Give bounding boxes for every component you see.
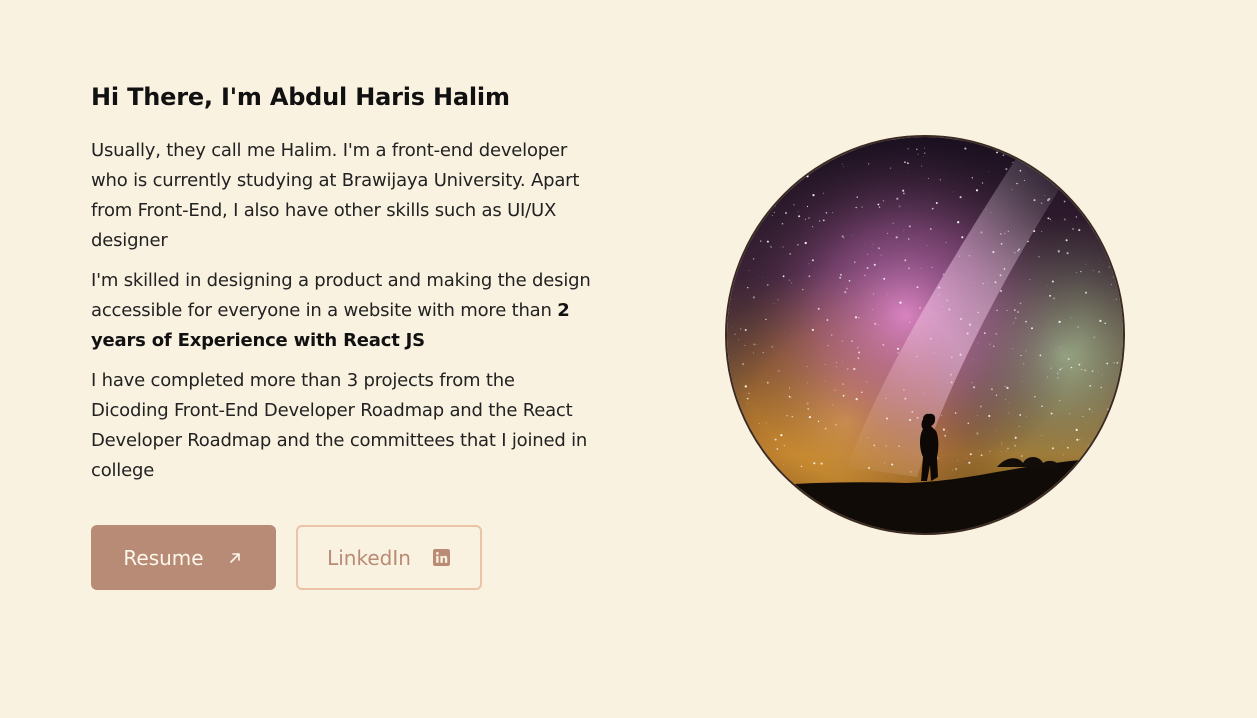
hero-section: Hi There, I'm Abdul Haris Halim Usually,… [0, 0, 1257, 718]
action-buttons: Resume LinkedIn [91, 525, 482, 590]
linkedin-icon [433, 549, 451, 567]
linkedin-button[interactable]: LinkedIn [296, 525, 482, 590]
linkedin-button-label: LinkedIn [327, 545, 411, 570]
intro-paragraph-3: I have completed more than 3 projects fr… [91, 370, 588, 481]
resume-button-label: Resume [123, 545, 204, 570]
intro-paragraph-2: I'm skilled in designing a product and m… [91, 266, 591, 356]
intro-paragraph-1: Usually, they call me Halim. I'm a front… [91, 140, 580, 251]
milky-way-image [727, 137, 1123, 533]
arrow-up-right-icon [226, 549, 244, 567]
intro-paragraph-2-text: I'm skilled in designing a product and m… [91, 270, 591, 321]
resume-button[interactable]: Resume [91, 525, 276, 590]
page-title: Hi There, I'm Abdul Haris Halim [91, 83, 510, 111]
profile-photo [725, 135, 1125, 535]
intro-text: Hi There, I'm Abdul Haris Halim Usually,… [91, 80, 591, 486]
